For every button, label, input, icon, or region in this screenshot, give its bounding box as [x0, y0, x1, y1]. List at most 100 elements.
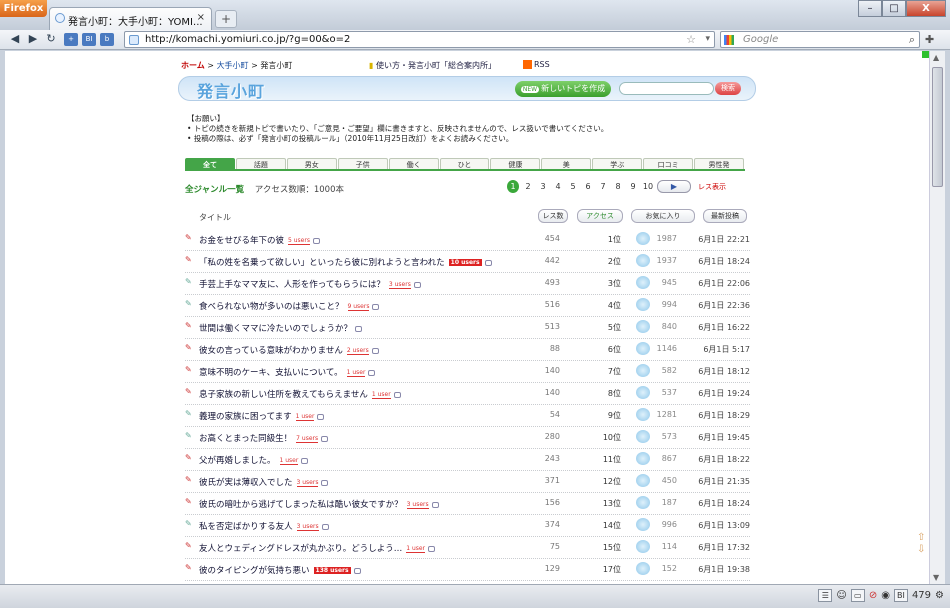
browser-tab[interactable]: 発言小町：大手小町：YOMI... ×	[49, 7, 212, 30]
topic-row[interactable]: ✎ 食べられない物が多いのは悪いこと？ 9 users 516 4位 994 6月1日 22…	[185, 295, 750, 317]
users-badge[interactable]: 138 users	[313, 567, 351, 574]
topic-title-link[interactable]: 彼のタイピングが気持ち悪い 138 users	[199, 564, 361, 576]
sort-access-button[interactable]: アクセス	[577, 209, 623, 223]
scroll-down-arrow-icon[interactable]: ▼	[933, 573, 939, 582]
users-badge[interactable]: 3 users	[296, 479, 319, 487]
status-settings-icon[interactable]: ⚙	[935, 590, 944, 601]
genre-tab-children[interactable]: 子供	[337, 158, 388, 169]
scrollbar-thumb[interactable]	[932, 67, 943, 187]
forward-arrow-icon[interactable]: ▶	[26, 32, 40, 46]
sort-update-button[interactable]: 最新投稿	[703, 209, 747, 223]
topic-title-link[interactable]: 彼氏が実は薄収入でした 3 users	[199, 476, 329, 488]
favorite-icon[interactable]	[636, 320, 650, 333]
topic-row[interactable]: ✎ 友人とウェディングドレスが丸かぶり。どうしよう… 1 user 75 15位 114 6…	[185, 537, 750, 559]
bookmark-star-icon[interactable]: ☆	[686, 33, 696, 46]
topic-title-link[interactable]: 義理の家族に困ってます 1 user	[199, 410, 325, 422]
topic-title-link[interactable]: 世間は働くママに冷たいのでしょうか？	[199, 322, 363, 334]
page-link[interactable]: 2	[522, 180, 534, 193]
new-topic-button[interactable]: NEW 新しいトピを作成	[515, 81, 611, 97]
users-badge[interactable]: 3 users	[296, 523, 319, 531]
site-logo[interactable]: 発言小町	[197, 78, 265, 102]
minimize-button[interactable]: –	[858, 0, 882, 17]
users-badge[interactable]: 3 users	[388, 281, 411, 289]
close-window-button[interactable]: X	[906, 0, 946, 17]
topic-title-link[interactable]: 「私の姓を名乗って欲しい」といったら彼に別れようと言われた 10 users	[199, 256, 492, 268]
next-page-button[interactable]: ▶	[657, 180, 691, 193]
users-badge[interactable]: 1 user	[371, 391, 391, 399]
status-addon-icon[interactable]: ☰	[818, 589, 833, 602]
genre-tab-people[interactable]: ひと	[439, 158, 490, 169]
favorite-icon[interactable]	[636, 254, 650, 267]
guide-link[interactable]: ▮ 使い方・発言小町「総合案内所」	[369, 60, 496, 71]
favorite-icon[interactable]	[636, 386, 650, 399]
guide-link-text[interactable]: 使い方・発言小町「総合案内所」	[376, 61, 496, 70]
topic-title-link[interactable]: お高くとまった同級生！ 7 users	[199, 432, 329, 444]
page-link[interactable]: 10	[642, 180, 654, 193]
topic-title-link[interactable]: 息子家族の新しい住所を教えてもらえません 1 user	[199, 388, 401, 400]
maximize-button[interactable]: □	[882, 0, 906, 17]
sort-res-button[interactable]: レス数	[538, 209, 568, 223]
tab-close-icon[interactable]: ×	[197, 12, 205, 23]
favorite-icon[interactable]	[636, 540, 650, 553]
page-link[interactable]: 6	[582, 180, 594, 193]
genre-tab-beauty[interactable]: 美	[541, 158, 592, 169]
users-badge[interactable]: 9 users	[347, 303, 370, 311]
topic-title-link[interactable]: お金をせびる年下の彼 5 users	[199, 234, 320, 246]
users-badge[interactable]: 3 users	[406, 501, 429, 509]
topic-title-link[interactable]: 食べられない物が多いのは悪いこと？ 9 users	[199, 300, 380, 312]
breadcrumb-home[interactable]: ホーム	[181, 61, 205, 70]
topic-row[interactable]: ✎ 父が再婚しました。 1 user 243 11位 867 6月1日 18:22	[185, 449, 750, 471]
favorite-icon[interactable]	[636, 232, 650, 245]
topic-row[interactable]: ✎ 義理の家族に困ってます 1 user 54 9位 1281 6月1日 18:29	[185, 405, 750, 427]
topic-title-link[interactable]: 私を否定ばかりする友人 3 users	[199, 520, 329, 532]
topic-row[interactable]: ✎ 彼氏が実は薄収入でした 3 users 371 12位 450 6月1日 21:35	[185, 471, 750, 493]
url-text[interactable]: http://komachi.yomiuri.co.jp/?g=00&o=2	[145, 34, 350, 45]
site-identity-icon[interactable]	[129, 35, 139, 45]
users-badge[interactable]: 1 user	[346, 369, 366, 377]
new-tab-button[interactable]: +	[215, 10, 237, 28]
page-link[interactable]: 5	[567, 180, 579, 193]
go-arrow-icon[interactable]: ▾	[705, 34, 710, 44]
google-engine-icon[interactable]	[724, 35, 734, 45]
search-bar[interactable]: Google ⌕	[720, 31, 920, 48]
topic-title-link[interactable]: 父が再婚しました。 1 user	[199, 454, 309, 466]
genre-tab-love[interactable]: 男女	[286, 158, 337, 169]
topic-row[interactable]: ✎ 「私の姓を名乗って欲しい」といったら彼に別れようと言われた 10 users 44…	[185, 251, 750, 273]
status-window-icon[interactable]: ▭	[850, 589, 865, 602]
page-link[interactable]: 7	[597, 180, 609, 193]
page-link[interactable]: 8	[612, 180, 624, 193]
genre-tab-work[interactable]: 働く	[388, 158, 439, 169]
status-bi-icon[interactable]: BI	[893, 589, 908, 602]
users-badge[interactable]: 1 user	[406, 545, 426, 553]
favorite-icon[interactable]	[636, 562, 650, 575]
genre-tab-reviews[interactable]: 口コミ	[643, 158, 694, 169]
page-link[interactable]: 9	[627, 180, 639, 193]
users-badge[interactable]: 10 users	[448, 259, 482, 266]
topic-title-link[interactable]: 友人とウェディングドレスが丸かぶり。どうしよう… 1 user	[199, 542, 436, 554]
genre-tab-health[interactable]: 健康	[490, 158, 541, 169]
search-icon[interactable]: ⌕	[909, 33, 915, 47]
page-link[interactable]: 4	[552, 180, 564, 193]
topic-row[interactable]: ✎ お金をせびる年下の彼 5 users 454 1位 1987 6月1日 22:21	[185, 229, 750, 251]
topic-row[interactable]: ✎ 彼氏の暗吐から逃げてしまった私は酷い彼女ですか？ 3 users 156 13位 18…	[185, 493, 750, 515]
favorite-icon[interactable]	[636, 298, 650, 311]
topic-row[interactable]: ✎ 世間は働くママに冷たいのでしょうか？ 513 5位 840 6月1日 16:22	[185, 317, 750, 339]
site-search-button[interactable]: 検索	[715, 82, 741, 95]
genre-tab-men[interactable]: 男性発	[694, 158, 744, 169]
users-badge[interactable]: 5 users	[288, 237, 310, 245]
topic-title-link[interactable]: 手芸上手なママ友に、人形を作ってもらうには？ 3 users	[199, 278, 421, 290]
vertical-scrollbar[interactable]: ▲ ▼	[929, 51, 945, 584]
scroll-up-arrow-icon[interactable]: ▲	[933, 53, 939, 62]
addon-icon[interactable]: ✚	[925, 33, 934, 46]
favorite-icon[interactable]	[636, 342, 650, 355]
favorite-icon[interactable]	[636, 364, 650, 377]
share-tool-icon[interactable]: b	[100, 33, 114, 46]
addon-tool-icon[interactable]: BI	[82, 33, 96, 46]
firefox-menu-button[interactable]: Firefox	[0, 0, 47, 17]
rss-link[interactable]: RSS	[523, 60, 550, 69]
bookmark-tool-icon[interactable]: +	[64, 33, 78, 46]
topic-title-link[interactable]: 彼女の言っている意味がわかりません 2 users	[199, 344, 379, 356]
page-link[interactable]: 1	[507, 180, 519, 193]
topic-title-link[interactable]: 彼氏の暗吐から逃げてしまった私は酷い彼女ですか？ 3 users	[199, 498, 439, 510]
topic-row[interactable]: ✎ お高くとまった同級生！ 7 users 280 10位 573 6月1日 19:45	[185, 427, 750, 449]
